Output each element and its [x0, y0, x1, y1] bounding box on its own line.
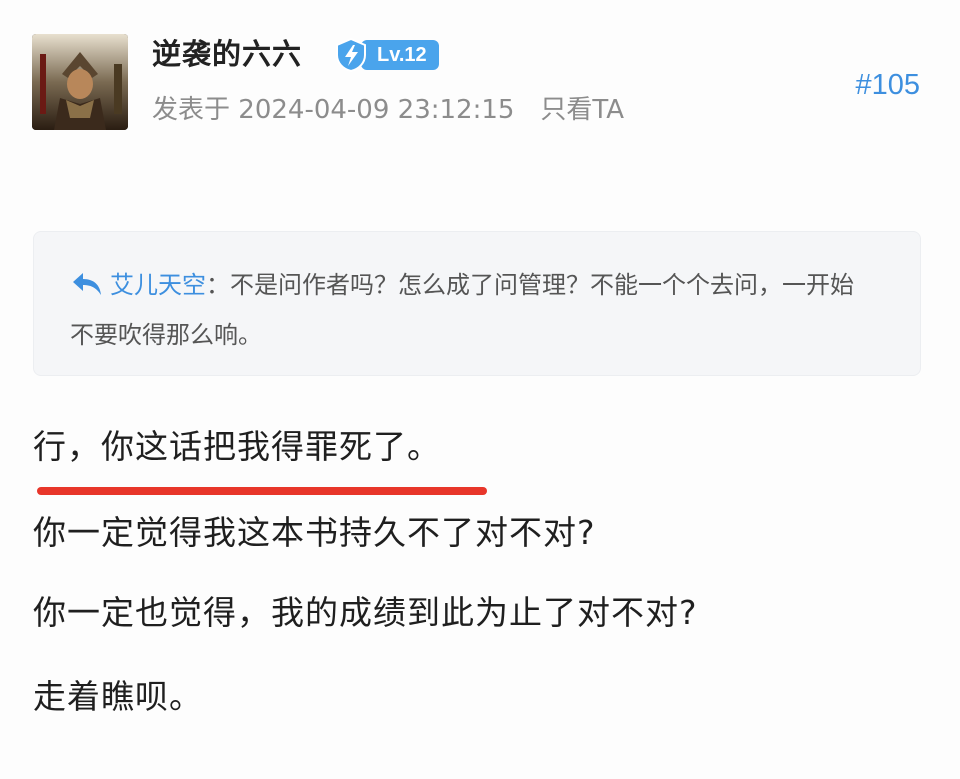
content-line: 你一定也觉得，我的成绩到此为止了对不对?: [33, 593, 698, 632]
level-label: Lv.12: [361, 40, 439, 70]
only-view-button[interactable]: 只看TA: [540, 92, 624, 128]
post-page: 逆袭的六六 Lv.12 发表于 2024-04-09 23:12:15 只看TA…: [0, 0, 960, 779]
post-meta: 发表于 2024-04-09 23:12:15 只看TA: [152, 92, 624, 128]
avatar[interactable]: [32, 34, 128, 130]
content-line: 你一定觉得我这本书持久不了对不对?: [33, 513, 596, 552]
quote-username[interactable]: 艾儿天空: [110, 271, 206, 299]
posted-time: 发表于 2024-04-09 23:12:15: [152, 92, 514, 128]
quoted-reply[interactable]: 艾儿天空：不是问作者吗？怎么成了问管理？不能一个个去问，一开始不要吹得那么响。: [33, 231, 921, 376]
posted-timestamp: 2024-04-09 23:12:15: [238, 95, 515, 125]
content-line: 行，你这话把我得罪死了。: [33, 427, 441, 466]
content-line: 走着瞧呗。: [33, 677, 203, 716]
posted-prefix: 发表于: [152, 95, 231, 125]
quote-separator: ：: [206, 271, 230, 299]
level-shield-icon: [336, 37, 366, 73]
level-badge: Lv.12: [333, 37, 439, 73]
username[interactable]: 逆袭的六六: [152, 34, 302, 74]
reply-arrow-icon: [73, 273, 101, 295]
avatar-image: [32, 34, 128, 130]
floor-number: #105: [855, 69, 920, 101]
highlight-underline: [37, 487, 487, 495]
